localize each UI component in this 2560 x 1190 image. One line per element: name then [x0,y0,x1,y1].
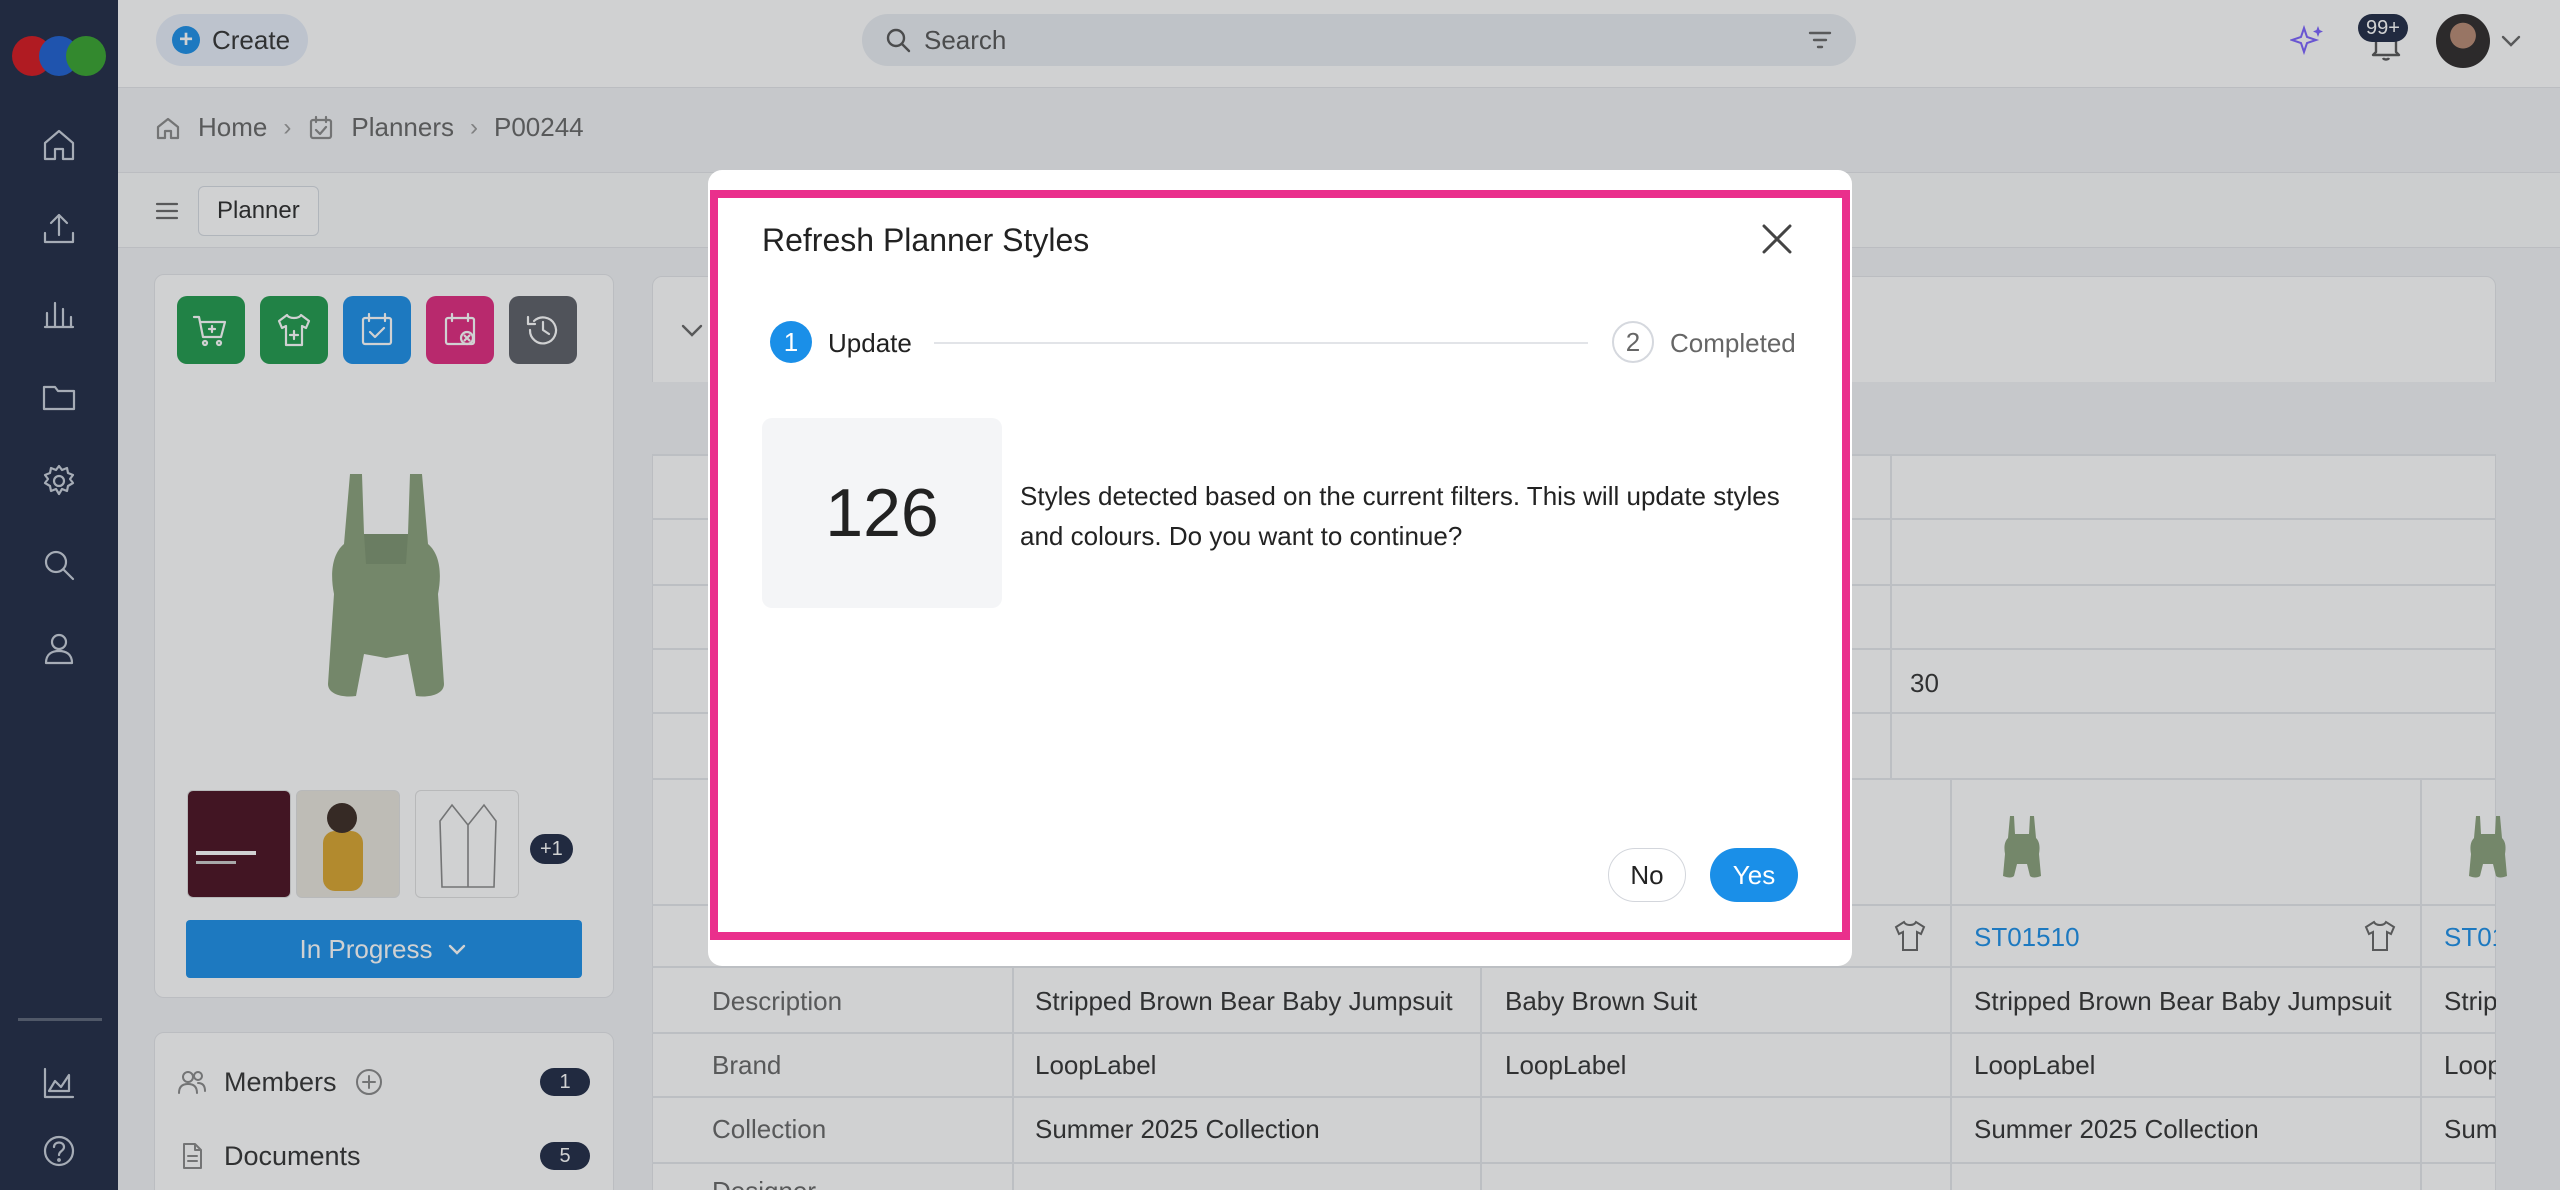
dialog-title: Refresh Planner Styles [762,222,1090,258]
step-label-completed: Completed [1670,328,1796,358]
yes-button[interactable]: Yes [1710,848,1798,902]
close-icon[interactable] [1760,222,1794,256]
step-label-update: Update [828,328,912,358]
step-indicator-1: 1 [770,321,812,363]
step-connector [934,342,1588,344]
detected-styles-count: 126 [762,418,1002,608]
step-indicator-2: 2 [1612,321,1654,363]
no-button[interactable]: No [1608,848,1686,902]
dialog-message: Styles detected based on the current fil… [1020,481,1780,551]
